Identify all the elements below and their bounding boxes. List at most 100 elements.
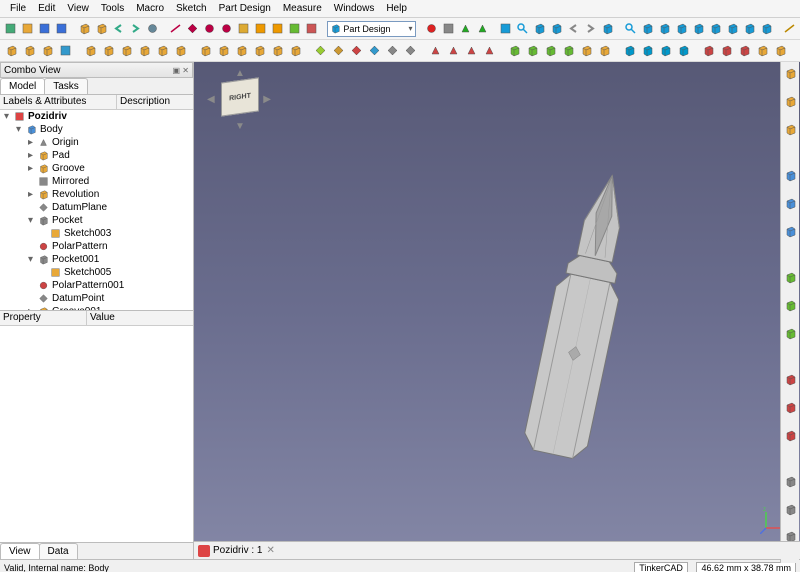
vtool-0-2-icon[interactable] bbox=[782, 122, 798, 138]
menu-tools[interactable]: Tools bbox=[95, 2, 130, 15]
view-iso4-icon[interactable] bbox=[759, 21, 774, 37]
view-rear-icon[interactable] bbox=[691, 21, 706, 37]
macro-step-icon[interactable] bbox=[475, 21, 490, 37]
fit-all-icon[interactable] bbox=[498, 21, 513, 37]
pd-sweep-icon[interactable] bbox=[136, 43, 152, 59]
pd-sketch-icon[interactable] bbox=[21, 43, 37, 59]
macro-rec-icon[interactable] bbox=[424, 21, 439, 37]
bool2-icon[interactable] bbox=[718, 43, 734, 59]
tree-twisty[interactable]: ▸ bbox=[26, 163, 35, 174]
constraint-b-icon[interactable] bbox=[445, 43, 461, 59]
pd-sub1-icon[interactable] bbox=[269, 43, 285, 59]
modeling-1-icon[interactable] bbox=[94, 21, 109, 37]
tree-twisty[interactable]: ▾ bbox=[14, 124, 23, 135]
tree-item-body[interactable]: ▾Body bbox=[0, 123, 193, 136]
vtool-1-2-icon[interactable] bbox=[782, 224, 798, 240]
zoom-region-icon[interactable] bbox=[623, 21, 638, 37]
dress-chamfer-icon[interactable] bbox=[524, 43, 540, 59]
pattern-multi-icon[interactable] bbox=[675, 43, 691, 59]
tree-item-revolution[interactable]: ▸Revolution bbox=[0, 188, 193, 201]
pd-sub2-icon[interactable] bbox=[287, 43, 303, 59]
view-top-icon[interactable] bbox=[657, 21, 672, 37]
pd-edit-icon[interactable] bbox=[39, 43, 55, 59]
constraint-a-icon[interactable] bbox=[427, 43, 443, 59]
tree-item-pozidriv[interactable]: ▾Pozidriv bbox=[0, 110, 193, 123]
pd-loft-icon[interactable] bbox=[118, 43, 134, 59]
view-sel-icon[interactable] bbox=[532, 21, 547, 37]
model-tree[interactable]: ▾Pozidriv▾Body▸Origin▸Pad▸GrooveMirrored… bbox=[0, 110, 193, 310]
view-bottom-icon[interactable] bbox=[708, 21, 723, 37]
pd-pad3-icon[interactable] bbox=[172, 43, 188, 59]
pd-pad-icon[interactable] bbox=[82, 43, 98, 59]
datum-shb-icon[interactable] bbox=[384, 43, 400, 59]
undo-icon[interactable] bbox=[111, 21, 126, 37]
nav-left-icon[interactable] bbox=[566, 21, 581, 37]
zoom-icon[interactable] bbox=[515, 21, 530, 37]
extra-e-icon[interactable] bbox=[578, 43, 594, 59]
pd-groove-icon[interactable] bbox=[233, 43, 249, 59]
tree-item-sketch005[interactable]: Sketch005 bbox=[0, 266, 193, 279]
col-value[interactable]: Value bbox=[87, 311, 118, 325]
constraint-d-icon[interactable] bbox=[481, 43, 497, 59]
view-iso2-icon[interactable] bbox=[600, 21, 615, 37]
menu-help[interactable]: Help bbox=[380, 2, 413, 15]
view-iso3-icon[interactable] bbox=[742, 21, 757, 37]
pd-pocket-icon[interactable] bbox=[197, 43, 213, 59]
tree-twisty[interactable]: ▾ bbox=[2, 111, 11, 122]
sketch-fillet-icon[interactable] bbox=[287, 21, 302, 37]
saveas-icon[interactable] bbox=[54, 21, 69, 37]
view-right-icon[interactable] bbox=[674, 21, 689, 37]
pattern-mirror-icon[interactable] bbox=[621, 43, 637, 59]
sketch-poly-icon[interactable] bbox=[236, 21, 251, 37]
panel-controls[interactable]: ▣ ✕ bbox=[173, 66, 189, 75]
pd-groove2-icon[interactable] bbox=[251, 43, 267, 59]
col-property[interactable]: Property bbox=[0, 311, 87, 325]
pd-map-icon[interactable] bbox=[57, 43, 73, 59]
sketch-trim-icon[interactable] bbox=[304, 21, 319, 37]
pd-hole-icon[interactable] bbox=[215, 43, 231, 59]
datum-cs-icon[interactable] bbox=[366, 43, 382, 59]
workbench-selector[interactable]: Part Design bbox=[327, 21, 415, 37]
pattern-linear-icon[interactable] bbox=[639, 43, 655, 59]
tree-item-sketch003[interactable]: Sketch003 bbox=[0, 227, 193, 240]
tree-item-datumpoint[interactable]: DatumPoint bbox=[0, 292, 193, 305]
navcube-face-right[interactable]: RIGHT bbox=[221, 77, 259, 116]
3d-viewport[interactable]: ▲ ◀ ▶ ▼ RIGHT bbox=[194, 62, 800, 559]
ex1-icon[interactable] bbox=[754, 43, 770, 59]
sketch-line-icon[interactable] bbox=[168, 21, 183, 37]
bool3-icon[interactable] bbox=[736, 43, 752, 59]
constraint-c-icon[interactable] bbox=[463, 43, 479, 59]
sketch-arc-icon[interactable] bbox=[202, 21, 217, 37]
refresh-icon[interactable] bbox=[145, 21, 160, 37]
measure-icon[interactable] bbox=[782, 21, 797, 37]
vtool-3-2-icon[interactable] bbox=[782, 427, 798, 443]
close-doc-icon[interactable]: ✕ bbox=[266, 545, 274, 556]
tree-twisty[interactable]: ▾ bbox=[26, 254, 35, 265]
view-iso-icon[interactable] bbox=[549, 21, 564, 37]
open-icon[interactable] bbox=[20, 21, 35, 37]
vtool-4-1-icon[interactable] bbox=[782, 501, 798, 517]
nav-right-icon[interactable] bbox=[583, 21, 598, 37]
dress-fillet-icon[interactable] bbox=[506, 43, 522, 59]
menu-windows[interactable]: Windows bbox=[328, 2, 381, 15]
col-description[interactable]: Description bbox=[117, 95, 173, 109]
tab-view[interactable]: View bbox=[0, 543, 40, 559]
pd-body-icon[interactable] bbox=[3, 43, 19, 59]
document-tab[interactable]: Pozidriv : 1 bbox=[213, 545, 262, 556]
pd-rev-icon[interactable] bbox=[100, 43, 116, 59]
tree-item-datumplane[interactable]: DatumPlane bbox=[0, 201, 193, 214]
tab-tasks[interactable]: Tasks bbox=[44, 78, 88, 94]
datum-line-icon[interactable] bbox=[330, 43, 346, 59]
sketch-circle-icon[interactable] bbox=[219, 21, 234, 37]
tree-item-polarpattern001[interactable]: PolarPattern001 bbox=[0, 279, 193, 292]
vtool-2-0-icon[interactable] bbox=[782, 270, 798, 286]
macro-stop-icon[interactable] bbox=[441, 21, 456, 37]
vtool-0-1-icon[interactable] bbox=[782, 94, 798, 110]
dress-thick-icon[interactable] bbox=[560, 43, 576, 59]
menu-edit[interactable]: Edit bbox=[32, 2, 61, 15]
menu-macro[interactable]: Macro bbox=[130, 2, 170, 15]
ex2-icon[interactable] bbox=[772, 43, 788, 59]
tab-data[interactable]: Data bbox=[39, 543, 78, 559]
tree-item-pad[interactable]: ▸Pad bbox=[0, 149, 193, 162]
vtool-0-0-icon[interactable] bbox=[782, 66, 798, 82]
